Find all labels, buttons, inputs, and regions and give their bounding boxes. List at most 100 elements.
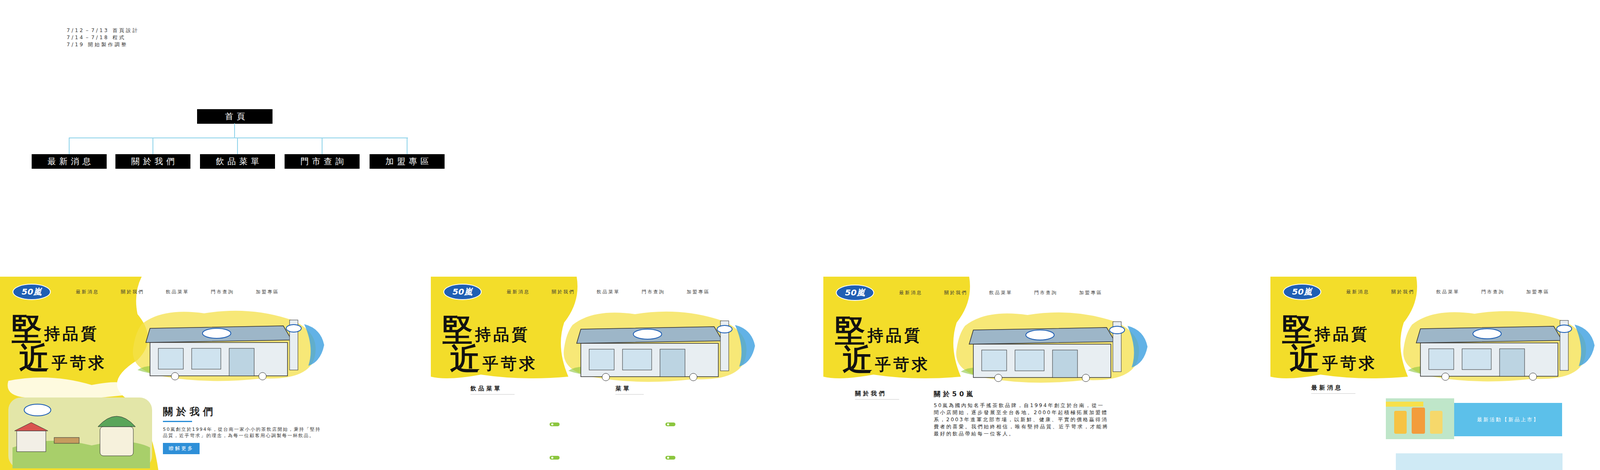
slogan-line: 近乎苛求 <box>1282 346 1396 376</box>
shop-illustration <box>948 309 1149 389</box>
nav-item[interactable]: 關於我們 <box>944 289 968 296</box>
logo[interactable]: 50嵐 <box>12 283 51 300</box>
section-title: 關於我們 <box>855 390 900 400</box>
page-mockup: 50嵐最新消息關於我們飲品菜單門市查詢加盟專區堅持品質近乎苛求關於我們50嵐創立… <box>0 276 330 470</box>
hero-slogan: 堅持品質近乎苛求 <box>430 300 556 380</box>
hero-slogan: 堅持品質近乎苛求 <box>1270 300 1396 380</box>
nav-item[interactable]: 關於我們 <box>1391 288 1415 295</box>
nav-item[interactable]: 飲品菜單 <box>596 288 620 295</box>
nav-item[interactable]: 門市查詢 <box>1034 289 1058 296</box>
about-text: 50嵐為國內知名手搖茶飲品牌，自1994年創立於台南，從一間小店開始，逐步發展至… <box>933 402 1109 438</box>
nav-item[interactable]: 最新消息 <box>75 288 100 295</box>
nav-item[interactable]: 門市查詢 <box>210 288 235 295</box>
page-content: 關於我們 關於50嵐 50嵐為國內知名手搖茶飲品牌，自1994年創立於台南，從一間小… <box>823 385 1153 470</box>
sitemap-node[interactable]: 加盟專區 <box>369 154 445 169</box>
shop-illustration <box>1395 307 1596 388</box>
slogan-line: 近乎苛求 <box>442 346 556 376</box>
nav-item[interactable]: 最新消息 <box>1346 288 1370 295</box>
hero-banner: 堅持品質近乎苛求 <box>823 301 1153 385</box>
site-nav: 最新消息 關於我們 飲品菜單 門市查詢 加盟專區 <box>506 288 710 295</box>
page-content: 飲品菜單 菜單 <box>430 380 760 470</box>
title-rule <box>162 420 193 423</box>
about-image <box>8 397 153 470</box>
page-content: 關於我們 50嵐創立於1994年，從台南一家小小的茶飲店開始，秉持「堅持品質，近乎… <box>0 376 330 470</box>
slogan-line: 近乎苛求 <box>835 347 949 377</box>
site-header: 50嵐 最新消息 關於我們 飲品菜單 門市查詢 加盟專區 <box>0 276 330 300</box>
sitemap-node[interactable]: 關於我們 <box>115 154 191 169</box>
site-header: 50嵐 最新消息 關於我們 飲品菜單 門市查詢 加盟專區 <box>1270 276 1600 301</box>
about-sidebar: 關於我們 <box>855 390 934 438</box>
schedule-notes: 7/12－7/13 首頁設計7/14－7/18 程式7/19 開始製作調整 <box>66 27 140 48</box>
logo[interactable]: 50嵐 <box>443 283 482 300</box>
section-title: 飲品菜單 <box>470 385 515 395</box>
section-text: 50嵐創立於1994年，從台南一家小小的茶飲店開始，秉持「堅持品質，近乎苛求」的… <box>162 426 322 439</box>
schedule-line: 7/19 開始製作調整 <box>66 41 140 48</box>
page-mockup: 50嵐最新消息關於我們飲品菜單門市查詢加盟專區堅持品質近乎苛求最新消息最新活動【… <box>1270 276 1600 470</box>
nav-item[interactable]: 最新消息 <box>899 289 923 296</box>
about-section: 關於我們 50嵐創立於1994年，從台南一家小小的茶飲店開始，秉持「堅持品質，近乎… <box>0 376 330 470</box>
sitemap-node[interactable]: 最新消息 <box>31 154 107 169</box>
about-section: 關於我們 關於50嵐 50嵐為國內知名手搖茶飲品牌，自1994年創立於台南，從一間小… <box>823 385 1153 438</box>
nav-item[interactable]: 飲品菜單 <box>1436 288 1460 295</box>
connector-line <box>152 137 154 155</box>
site-header: 50嵐 最新消息 關於我們 飲品菜單 門市查詢 加盟專區 <box>430 276 760 301</box>
site-nav: 最新消息 關於我們 飲品菜單 門市查詢 加盟專區 <box>1346 288 1550 295</box>
nav-item[interactable]: 最新消息 <box>506 288 530 295</box>
news-list: 最新活動【新品上市】 <box>1385 384 1563 470</box>
drink-item-icon[interactable] <box>549 422 560 427</box>
menu-section: 飲品菜單 菜單 <box>430 380 760 470</box>
sitemap-node[interactable]: 門市查詢 <box>284 154 360 169</box>
section-title: 最新消息 <box>1311 384 1356 394</box>
about-text-block: 關於我們 50嵐創立於1994年，從台南一家小小的茶飲店開始，秉持「堅持品質，近乎… <box>162 397 322 470</box>
connector-line <box>68 137 70 155</box>
news-sidebar: 最新消息 <box>1311 384 1386 470</box>
slogan-line: 近乎苛求 <box>11 345 125 375</box>
more-button[interactable]: 瞭解更多 <box>162 442 200 455</box>
nav-item[interactable]: 門市查詢 <box>1481 288 1505 295</box>
page-mockup: 50嵐最新消息關於我們飲品菜單門市查詢加盟專區堅持品質近乎苛求飲品菜單菜單 <box>430 276 760 470</box>
connector-line <box>68 137 408 139</box>
hero-slogan: 堅持品質近乎苛求 <box>0 300 125 377</box>
nav-item[interactable]: 飲品菜單 <box>165 288 190 295</box>
drink-item-icon[interactable] <box>665 455 676 460</box>
news-banner-partial[interactable] <box>1395 453 1563 470</box>
nav-item[interactable]: 加盟專區 <box>1526 288 1550 295</box>
nav-item[interactable]: 門市查詢 <box>641 288 665 295</box>
about-heading: 關於50嵐 <box>933 390 1109 399</box>
schedule-line: 7/14－7/18 程式 <box>66 34 140 41</box>
news-banner[interactable]: 最新活動【新品上市】 <box>1385 398 1563 441</box>
about-main: 關於50嵐 50嵐為國內知名手搖茶飲品牌，自1994年創立於台南，從一間小店開始，… <box>933 390 1109 438</box>
section-title: 關於我們 <box>162 405 322 419</box>
connector-line <box>406 137 408 155</box>
hero-slogan: 堅持品質近乎苛求 <box>823 301 949 385</box>
sitemap-root[interactable]: 首頁 <box>197 109 273 124</box>
connector-line <box>234 123 235 139</box>
schedule-line: 7/12－7/13 首頁設計 <box>66 27 140 34</box>
site-header: 50嵐 最新消息 關於我們 飲品菜單 門市查詢 加盟專區 <box>823 276 1153 302</box>
connector-line <box>321 137 323 155</box>
nav-item[interactable]: 加盟專區 <box>1079 289 1103 296</box>
nav-item[interactable]: 加盟專區 <box>255 288 280 295</box>
shop-illustration <box>125 307 325 387</box>
nav-item[interactable]: 加盟專區 <box>686 288 710 295</box>
site-nav: 最新消息 關於我們 飲品菜單 門市查詢 加盟專區 <box>75 288 280 295</box>
site-nav: 最新消息 關於我們 飲品菜單 門市查詢 加盟專區 <box>899 289 1103 296</box>
nav-item[interactable]: 關於我們 <box>120 288 145 295</box>
shop-illustration <box>555 308 756 388</box>
drink-item-icon[interactable] <box>549 455 560 460</box>
logo[interactable]: 50嵐 <box>1282 283 1322 300</box>
drink-photo <box>1385 398 1455 441</box>
news-section: 最新消息最新活動【新品上市】 <box>1270 379 1600 470</box>
hero-banner: 堅持品質近乎苛求 <box>430 300 760 380</box>
connector-line <box>237 137 238 155</box>
nav-item[interactable]: 關於我們 <box>551 288 575 295</box>
hero-banner: 堅持品質近乎苛求 <box>1270 300 1600 380</box>
nav-item[interactable]: 飲品菜單 <box>989 289 1013 296</box>
sitemap-node[interactable]: 飲品菜單 <box>200 154 275 169</box>
drink-item-icon[interactable] <box>665 422 676 427</box>
logo[interactable]: 50嵐 <box>835 284 875 301</box>
section-title: 菜單 <box>615 385 644 395</box>
page-content: 最新消息最新活動【新品上市】 <box>1270 379 1600 470</box>
hero-banner: 堅持品質近乎苛求 <box>0 300 330 377</box>
banner-text: 最新活動【新品上市】 <box>1454 402 1563 437</box>
